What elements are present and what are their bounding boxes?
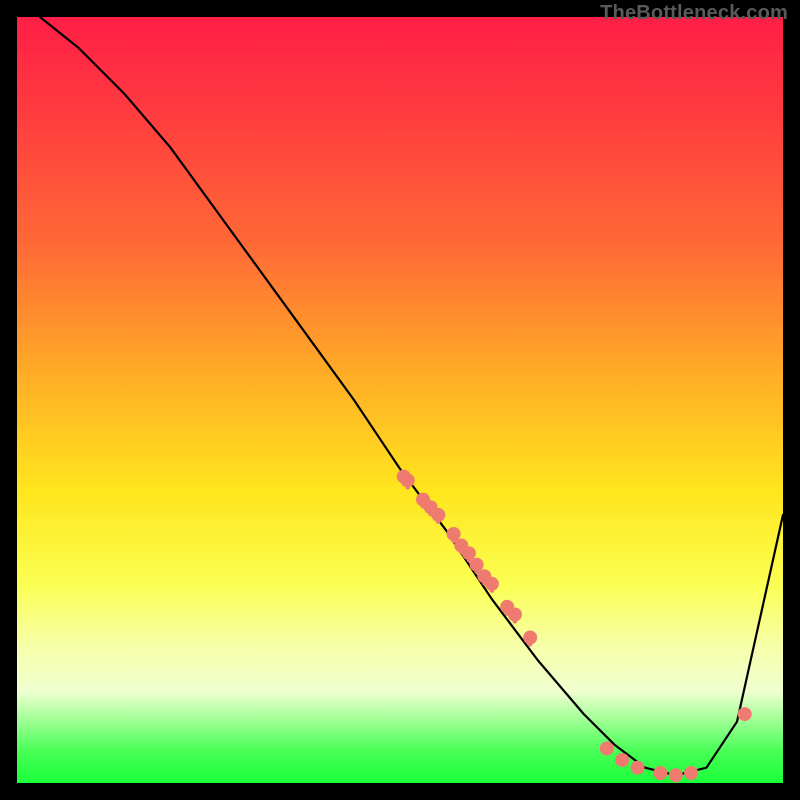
scatter-point (653, 766, 667, 780)
watermark-text: TheBottleneck.com (600, 2, 788, 25)
scatter-point-drip (513, 615, 517, 624)
curve-overlay (17, 17, 783, 783)
scatter-point-drip (490, 584, 494, 593)
scatter-point (631, 761, 645, 775)
scatter-point (615, 753, 629, 767)
chart-container: TheBottleneck.com (0, 0, 800, 800)
scatter-point-drip (436, 515, 440, 524)
plot-area (17, 17, 783, 783)
scatter-point-drip (451, 534, 455, 543)
scatter-point (684, 766, 698, 780)
scatter-point-drip (467, 553, 471, 562)
scatter-point-drip (474, 565, 478, 574)
scatter-point-drip (528, 638, 532, 647)
scatter-points (397, 470, 752, 783)
scatter-point (600, 742, 614, 756)
scatter-point-drip (406, 480, 410, 489)
scatter-point (669, 768, 683, 782)
bottleneck-curve-line (40, 17, 783, 775)
scatter-point (738, 707, 752, 721)
